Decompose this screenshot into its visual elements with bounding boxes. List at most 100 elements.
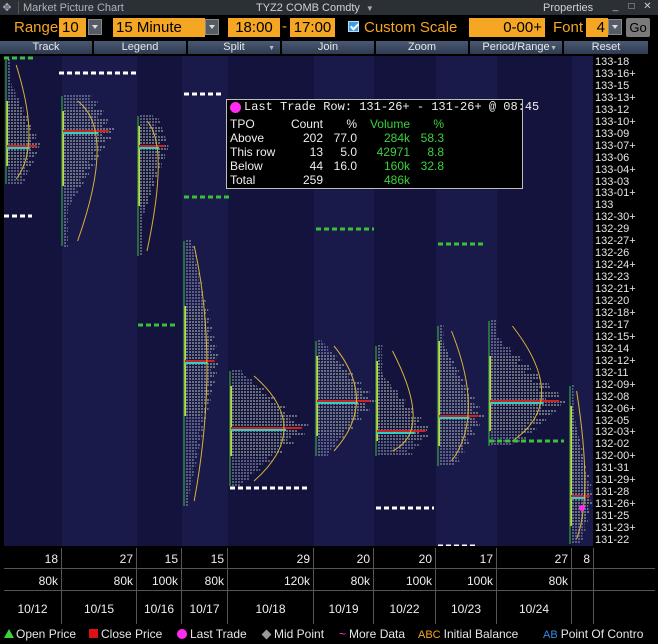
interval-select[interactable]: 15 Minute xyxy=(113,18,205,37)
price-tick-label: 132-26 xyxy=(595,247,630,260)
session-column: 27 80k 10/24 xyxy=(497,548,572,624)
price-tick-label: 132-20 xyxy=(595,295,630,308)
menu-period-range[interactable]: Period/Range ▼ xyxy=(470,41,562,54)
session-tpo-count: 20 xyxy=(356,552,370,566)
col-count: Count xyxy=(290,117,323,131)
col-pct: % xyxy=(346,117,357,131)
popup-row: This row 13 5.0 42971 8.8 xyxy=(230,145,520,159)
price-tick-label: 133-12 xyxy=(595,103,630,116)
ticker-dropdown[interactable]: TYZ2 COMB Comdty ▼ xyxy=(256,2,374,14)
price-tick-label: 131-28 xyxy=(595,486,630,499)
menu-track[interactable]: Track xyxy=(0,41,92,54)
session-date: 10/16 xyxy=(143,602,175,616)
popup-row: Total 259 486k xyxy=(230,173,520,187)
popup-cell-volume: 486k xyxy=(383,173,410,187)
legend-open-price: Open Price xyxy=(4,627,76,641)
price-tick-label: 133-03 xyxy=(595,175,630,188)
session-column: 20 100k 10/22 xyxy=(374,548,436,624)
menu-label: Track xyxy=(32,41,60,53)
price-tick-label: 131-23+ xyxy=(595,522,636,535)
custom-scale-checkbox[interactable] xyxy=(348,21,359,32)
session-volume: 80k xyxy=(204,574,224,588)
popup-cell-volume: 160k xyxy=(383,159,410,173)
legend-more-data: ~ More Data xyxy=(339,627,405,641)
menu-label: Zoom xyxy=(407,41,437,53)
chevron-down-icon: ▼ xyxy=(365,3,374,13)
popup-row: Above 202 77.0 284k 58.3 xyxy=(230,131,520,145)
divider xyxy=(4,568,655,569)
menu-join[interactable]: Join xyxy=(282,41,374,54)
legend-bar: Open Price Close Price Last Trade Mid Po… xyxy=(0,626,658,644)
session-tpo-count: 15 xyxy=(164,552,178,566)
minimize-icon[interactable]: _ xyxy=(609,1,622,13)
range-input[interactable]: 10 xyxy=(59,18,86,37)
menu-label: Period/Range xyxy=(482,41,550,53)
menu-split[interactable]: Split ▼ xyxy=(188,41,280,54)
popup-cell-volume: 42971 xyxy=(376,145,410,159)
price-tick-label: 133-10+ xyxy=(595,115,636,128)
price-tick-label: 132-24+ xyxy=(595,259,636,272)
time-separator: - xyxy=(282,18,287,35)
go-button[interactable]: Go xyxy=(626,18,650,37)
popup-header: Last Trade Row: 131-26+ - 131-26+ @ 08:4… xyxy=(227,100,539,116)
font-dropdown-button[interactable] xyxy=(608,19,622,35)
ticker-label: TYZ2 COMB Comdty xyxy=(256,1,360,14)
price-tick-label: 132-03+ xyxy=(595,426,636,439)
session-tpo-count: 20 xyxy=(418,552,432,566)
session-tpo-count: 27 xyxy=(554,552,568,566)
start-time-input[interactable]: 18:00 xyxy=(228,18,280,37)
menu-zoom[interactable]: Zoom xyxy=(376,41,468,54)
maximize-icon[interactable]: □ xyxy=(625,1,638,13)
session-date: 10/23 xyxy=(450,602,482,616)
session-volume: 80k xyxy=(548,574,568,588)
custom-scale-label: Custom Scale xyxy=(364,19,458,36)
title-bar: ✥ Market Picture Chart TYZ2 COMB Comdty ▼… xyxy=(0,0,658,16)
session-column: 15 80k 10/17 xyxy=(182,548,228,624)
price-tick-label: 133-06 xyxy=(595,151,630,164)
popup-cell-vpct: 32.8 xyxy=(420,159,444,173)
font-size-input[interactable]: 4 xyxy=(586,18,608,37)
legend-label: Open Price xyxy=(16,627,77,641)
session-tpo-count: 8 xyxy=(583,552,590,566)
session-date: 10/19 xyxy=(328,602,359,616)
move-icon[interactable]: ✥ xyxy=(0,1,14,14)
price-tick-label: 131-29+ xyxy=(595,474,636,487)
close-icon[interactable]: ✕ xyxy=(641,1,654,13)
session-tpo-count: 29 xyxy=(296,552,310,566)
price-tick-label: 132-15+ xyxy=(595,330,636,343)
session-volume: 80k xyxy=(350,574,370,588)
popup-cell-label: Above xyxy=(230,131,265,145)
session-date: 10/22 xyxy=(389,602,420,616)
end-time-input[interactable]: 17:00 xyxy=(290,18,335,37)
price-tick-label: 131-26+ xyxy=(595,498,636,511)
price-tick-label: 131-25 xyxy=(595,510,630,523)
popup-cell-vpct: 58.3 xyxy=(420,131,444,145)
legend-label: Initial Balance xyxy=(443,627,519,641)
price-increment-input[interactable]: 0-00+ xyxy=(469,18,545,37)
menu-reset[interactable]: Reset xyxy=(564,41,648,54)
price-tick-label: 133-13+ xyxy=(595,91,636,104)
popup-cell-pct: 5.0 xyxy=(340,145,357,159)
menu-label: Join xyxy=(317,41,339,53)
price-tick-label: 132-23 xyxy=(595,271,630,284)
legend-mid-point: Mid Point xyxy=(261,627,324,641)
session-date: 10/12 xyxy=(17,602,48,616)
legend-label: Point Of Contro xyxy=(560,627,644,641)
menu-legend[interactable]: Legend xyxy=(94,41,186,54)
properties-menu[interactable]: Properties xyxy=(543,2,593,14)
session-volume: 100k xyxy=(466,574,493,588)
interval-dropdown-button[interactable] xyxy=(205,19,219,35)
menu-bar: Track Legend Split ▼ Join Zoom Period/Ran… xyxy=(0,41,658,55)
price-tick-label: 132-21+ xyxy=(595,283,636,296)
range-dropdown-button[interactable] xyxy=(88,19,102,35)
legend-label: More Data xyxy=(349,627,406,641)
font-label: Font xyxy=(553,19,584,36)
price-tick-label: 132-11 xyxy=(595,366,629,379)
app-title: Market Picture Chart xyxy=(23,1,124,14)
legend-close-price: Close Price xyxy=(89,627,162,641)
price-tick-label: 132-14 xyxy=(595,342,630,355)
legend-label: Mid Point xyxy=(274,627,325,641)
col-tpo: TPO xyxy=(230,117,255,131)
chevron-down-icon: ▼ xyxy=(268,45,275,52)
session-column: 29 120k 10/18 xyxy=(228,548,314,624)
